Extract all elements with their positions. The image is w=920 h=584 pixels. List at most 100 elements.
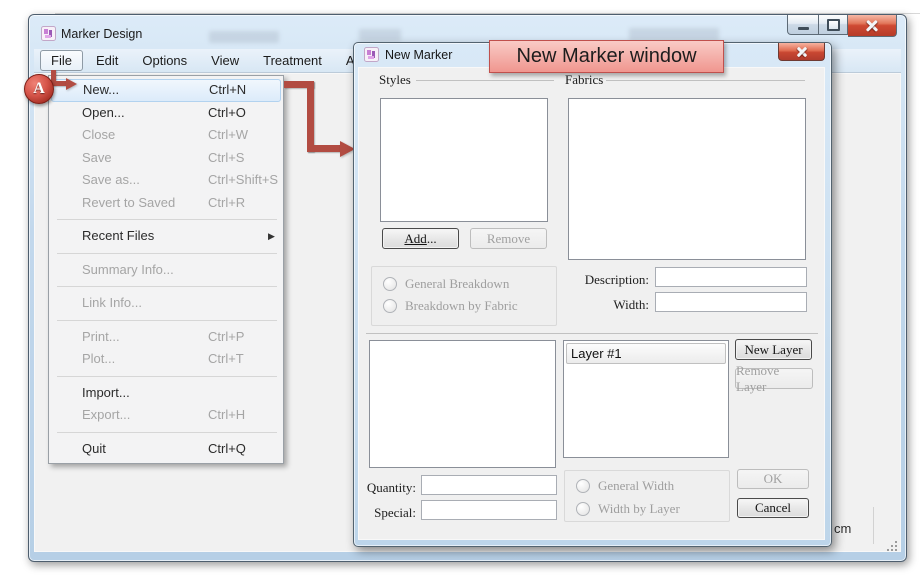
window-title: Marker Design [61, 27, 142, 41]
menubar-item-view[interactable]: View [200, 50, 250, 71]
new-layer-button[interactable]: New Layer [735, 339, 812, 360]
submenu-arrow-icon: ▶ [268, 225, 275, 248]
menu-item-link-info[interactable]: Link Info... [49, 292, 283, 315]
menu-item-label: Quit [82, 441, 106, 456]
menu-item-shortcut: Ctrl+T [208, 348, 244, 371]
maximize-icon [827, 19, 840, 31]
caption-buttons [787, 15, 897, 37]
menu-item-label: Import... [82, 385, 130, 400]
menu-item-label: Export... [82, 407, 130, 422]
menubar-item-file[interactable]: File [40, 50, 83, 71]
general-width-label: General Width [598, 478, 674, 494]
new-marker-dialog: New Marker Styles Add... Remove General … [353, 42, 832, 547]
fabrics-listbox[interactable] [568, 98, 806, 260]
menu-item-summary-info[interactable]: Summary Info... [49, 259, 283, 282]
remove-button[interactable]: Remove [470, 228, 547, 249]
menu-item-save[interactable]: SaveCtrl+S [49, 147, 283, 170]
menu-item-close[interactable]: CloseCtrl+W [49, 124, 283, 147]
cancel-button[interactable]: Cancel [737, 498, 809, 518]
radio-icon [576, 502, 590, 516]
menu-item-shortcut: Ctrl+Shift+S [208, 169, 278, 192]
menubar-item-treatment[interactable]: Treatment [252, 50, 333, 71]
layers-listbox[interactable]: Layer #1 [563, 340, 729, 458]
menu-item-shortcut: Ctrl+O [208, 102, 246, 125]
description-input[interactable] [655, 267, 807, 287]
dialog-close-button[interactable] [778, 43, 825, 61]
maximize-button[interactable] [819, 15, 848, 35]
menubar-item-options[interactable]: Options [131, 50, 198, 71]
menu-item-plot[interactable]: Plot... Ctrl+T [49, 348, 283, 371]
annotation-badge-a: A [24, 74, 54, 104]
width-by-layer-radio[interactable]: Width by Layer [576, 501, 680, 517]
add-button-ellipsis: ... [427, 231, 437, 246]
screen: Marker Design FileEditOptionsViewTreatme… [0, 0, 920, 584]
menu-item-export[interactable]: Export...Ctrl+H [49, 404, 283, 427]
menu-item-label: Close [82, 127, 115, 142]
menu-item-shortcut: Ctrl+R [208, 192, 245, 215]
width-input[interactable] [655, 292, 807, 312]
elbow-arrow-head [66, 78, 77, 90]
dialog-icon [364, 47, 379, 62]
close-button[interactable] [848, 15, 897, 37]
menu-item-quit[interactable]: Quit Ctrl+Q [49, 438, 283, 461]
menu-item-revert-to-saved[interactable]: Revert to SavedCtrl+R [49, 192, 283, 215]
menu-separator [49, 281, 283, 292]
quantity-input[interactable] [421, 475, 557, 495]
list-item[interactable]: Layer #1 [566, 343, 726, 364]
menu-item-label: Recent Files [82, 228, 154, 243]
menu-item-recent-files[interactable]: Recent Files ▶ [49, 225, 283, 248]
styles-listbox[interactable] [380, 98, 548, 222]
menu-separator [49, 315, 283, 326]
menu-item-shortcut: Ctrl+Q [208, 438, 246, 461]
menu-separator [49, 371, 283, 382]
breakdown-listbox[interactable] [369, 340, 556, 468]
breakdown-by-fabric-label: Breakdown by Fabric [405, 298, 518, 314]
description-label: Description: [538, 272, 649, 288]
menu-separator [49, 248, 283, 259]
menubar-item-edit[interactable]: Edit [85, 50, 129, 71]
menu-item-open[interactable]: Open... Ctrl+O [49, 102, 283, 125]
fabrics-group-label: Fabrics [565, 72, 603, 88]
resize-grip[interactable] [887, 541, 889, 543]
file-menu-popup: New...Ctrl+NOpen...Ctrl+OCloseCtrl+WSave… [48, 75, 284, 464]
styles-group-line [416, 80, 554, 81]
menu-item-label: Link Info... [82, 295, 142, 310]
breakdown-by-fabric-radio[interactable]: Breakdown by Fabric [383, 298, 518, 314]
menu-item-shortcut: Ctrl+N [209, 80, 246, 101]
fabrics-group-line [606, 80, 805, 81]
menu-item-label: Summary Info... [82, 262, 174, 277]
glass-reflection [359, 29, 401, 41]
minimize-button[interactable] [787, 15, 819, 35]
menu-item-print[interactable]: Print...Ctrl+P [49, 326, 283, 349]
close-icon [866, 19, 879, 32]
ok-button[interactable]: OK [737, 469, 809, 489]
app-icon [41, 26, 56, 41]
close-icon [795, 45, 808, 58]
dialog-content: Styles Add... Remove General Breakdown B… [358, 67, 825, 540]
menu-item-label: Open... [82, 105, 125, 120]
annotation-callout: New Marker window [489, 40, 724, 73]
breakdown-panel: General Breakdown Breakdown by Fabric [371, 266, 557, 326]
general-breakdown-radio[interactable]: General Breakdown [383, 276, 509, 292]
general-breakdown-label: General Breakdown [405, 276, 509, 292]
add-button[interactable]: Add... [382, 228, 459, 249]
radio-icon [576, 479, 590, 493]
general-width-radio[interactable]: General Width [576, 478, 674, 494]
special-label: Special: [363, 505, 416, 521]
remove-layer-button[interactable]: Remove Layer [735, 368, 813, 389]
width-panel: General Width Width by Layer [564, 470, 730, 522]
minimize-icon [798, 27, 809, 30]
callout-arrow-segment [307, 81, 314, 152]
menu-item-save-as[interactable]: Save as...Ctrl+Shift+S [49, 169, 283, 192]
menu-item-shortcut: Ctrl+P [208, 326, 244, 349]
menu-item-new[interactable]: New... Ctrl+N [51, 79, 281, 102]
add-button-label: Add [404, 231, 426, 246]
menu-item-label: New... [83, 82, 119, 97]
radio-icon [383, 299, 397, 313]
width-by-layer-label: Width by Layer [598, 501, 680, 517]
menu-separator [49, 427, 283, 438]
menu-item-import[interactable]: Import... [49, 382, 283, 405]
menu-item-label: Plot... [82, 351, 115, 366]
section-divider [366, 333, 818, 334]
special-input[interactable] [421, 500, 557, 520]
